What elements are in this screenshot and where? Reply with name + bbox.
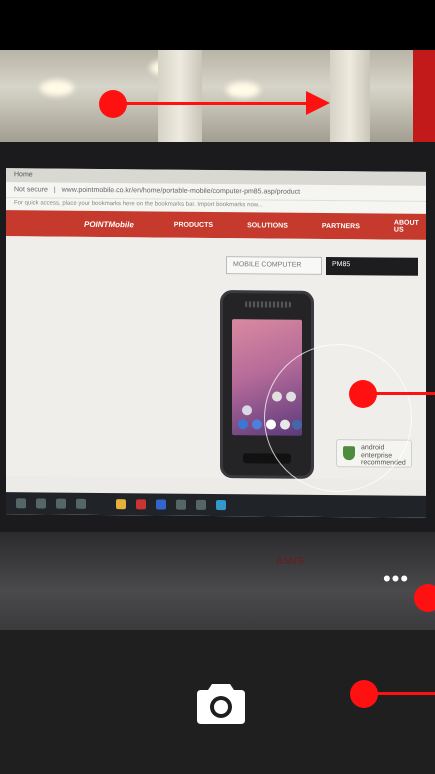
camera-icon[interactable] [197, 680, 245, 724]
pillar [158, 50, 202, 142]
site-nav-item: ABOUT US [393, 219, 419, 234]
taskbar-icon [196, 499, 206, 510]
site-brand: POINTMobile [84, 219, 134, 229]
annotation-arrow-line [370, 692, 435, 695]
phone-icon [238, 419, 248, 430]
messages-icon [252, 419, 262, 430]
taskbar-icon [216, 500, 226, 511]
taskbar-icon [136, 499, 146, 510]
annotation-arrow-line [370, 392, 435, 395]
taskbar-icon [56, 498, 66, 509]
taskbar-icon [36, 498, 46, 509]
taskbar-icon [156, 499, 166, 510]
site-nav-item: PRODUCTS [173, 221, 214, 229]
camera-viewfinder[interactable]: Home Not secure | www.pointmobile.co.kr/… [0, 50, 435, 630]
app-icon [242, 405, 252, 416]
monitor-logo: ASUS [276, 556, 304, 567]
red-wall [413, 50, 435, 142]
more-options-button[interactable]: ••• [382, 568, 410, 594]
windows-taskbar [6, 492, 426, 518]
model-select: PM85 [326, 256, 418, 276]
category-select: MOBILE COMPUTER [226, 256, 322, 275]
url-security-label: Not secure [14, 186, 48, 194]
site-nav: POINTMobile PRODUCTS SOLUTIONS PARTNERS … [6, 210, 426, 240]
pillar [330, 50, 370, 142]
site-nav-item: SOLUTIONS [247, 221, 288, 230]
taskbar-icon [176, 499, 186, 510]
desk-area: ASUS [0, 532, 435, 630]
taskbar-icon [16, 498, 26, 509]
device-speaker [245, 301, 291, 308]
annotation-dot [414, 584, 435, 612]
site-nav-item: PARTNERS [321, 222, 360, 230]
ceiling-light [40, 80, 74, 96]
url-text: www.pointmobile.co.kr/en/home/portable-m… [61, 186, 301, 196]
status-bar [0, 0, 435, 50]
room-background [0, 50, 435, 142]
annotation-arrow-line [118, 102, 314, 105]
taskbar-icon [116, 499, 126, 510]
ceiling-light [226, 82, 260, 98]
taskbar-icon [76, 498, 86, 509]
focus-ring[interactable] [264, 344, 412, 492]
annotation-arrowhead [306, 91, 330, 115]
